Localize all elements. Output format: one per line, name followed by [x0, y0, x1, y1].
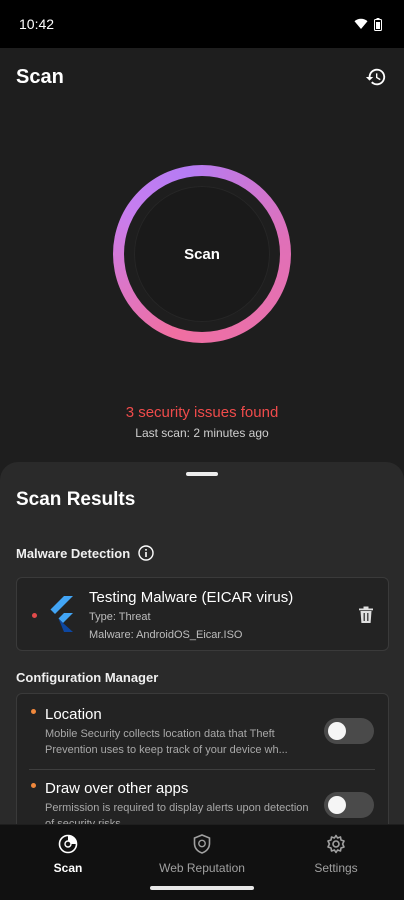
- malware-type: Type: Threat: [89, 611, 151, 623]
- warning-bullet: [31, 783, 36, 788]
- scan-results-sheet: Scan Results Malware Detection Testing M…: [0, 462, 404, 824]
- scan-icon: [57, 833, 79, 855]
- status-icons: [354, 17, 382, 31]
- last-scan-text: Last scan: 2 minutes ago: [135, 426, 269, 440]
- toggle-knob: [328, 796, 346, 814]
- config-item-description: Permission is required to display alerts…: [45, 802, 309, 824]
- config-item-title: Draw over other apps: [45, 780, 189, 797]
- threat-bullet: [32, 613, 37, 618]
- wifi-icon: [354, 18, 368, 29]
- drag-handle[interactable]: [186, 472, 218, 476]
- warning-bullet: [31, 709, 36, 714]
- config-item-description: Mobile Security collects location data t…: [45, 728, 288, 756]
- scan-results-title: Scan Results: [16, 489, 136, 510]
- info-icon[interactable]: [138, 545, 154, 561]
- trash-icon[interactable]: [358, 606, 374, 624]
- malware-section-title: Malware Detection: [16, 545, 131, 561]
- home-indicator[interactable]: [150, 886, 254, 890]
- malware-item[interactable]: Testing Malware (EICAR virus) Type: Thre…: [16, 577, 389, 651]
- config-section-header: Configuration Manager: [16, 670, 158, 685]
- gear-icon: [325, 833, 347, 855]
- nav-label-web-reputation: Web Reputation: [159, 861, 245, 875]
- flutter-app-icon: [50, 596, 73, 632]
- page-title: Scan: [16, 65, 64, 88]
- history-icon: [365, 68, 386, 86]
- config-section-title: Configuration Manager: [16, 670, 159, 685]
- draw-over-toggle[interactable]: [324, 792, 374, 818]
- battery-icon: [374, 17, 382, 31]
- app-bar: Scan: [0, 48, 404, 106]
- nav-item-settings[interactable]: Settings: [269, 833, 403, 881]
- nav-item-scan[interactable]: Scan: [1, 833, 135, 881]
- shield-icon: [191, 833, 213, 855]
- issues-found-text: 3 security issues found: [125, 404, 279, 421]
- location-toggle[interactable]: [324, 718, 374, 744]
- config-card: Location Mobile Security collects locati…: [16, 693, 389, 824]
- malware-name: Malware: AndroidOS_Eicar.ISO: [89, 629, 243, 641]
- malware-title: Testing Malware (EICAR virus): [89, 589, 294, 606]
- status-time: 10:42: [19, 16, 55, 32]
- config-item-title: Location: [45, 706, 102, 723]
- status-bar: 10:42: [0, 0, 404, 48]
- nav-item-web-reputation[interactable]: Web Reputation: [135, 833, 269, 881]
- history-button[interactable]: [364, 65, 388, 89]
- scan-button[interactable]: Scan: [134, 186, 270, 322]
- scan-progress-ring: Scan: [113, 165, 291, 343]
- nav-label-scan: Scan: [53, 861, 83, 875]
- toggle-knob: [328, 722, 346, 740]
- malware-section-header: Malware Detection: [16, 545, 154, 561]
- divider: [29, 769, 375, 770]
- scan-ring-inner: Scan: [124, 176, 280, 332]
- nav-label-settings: Settings: [314, 861, 358, 875]
- screen: 10:42 Scan Scan 3 security issues found …: [0, 0, 404, 900]
